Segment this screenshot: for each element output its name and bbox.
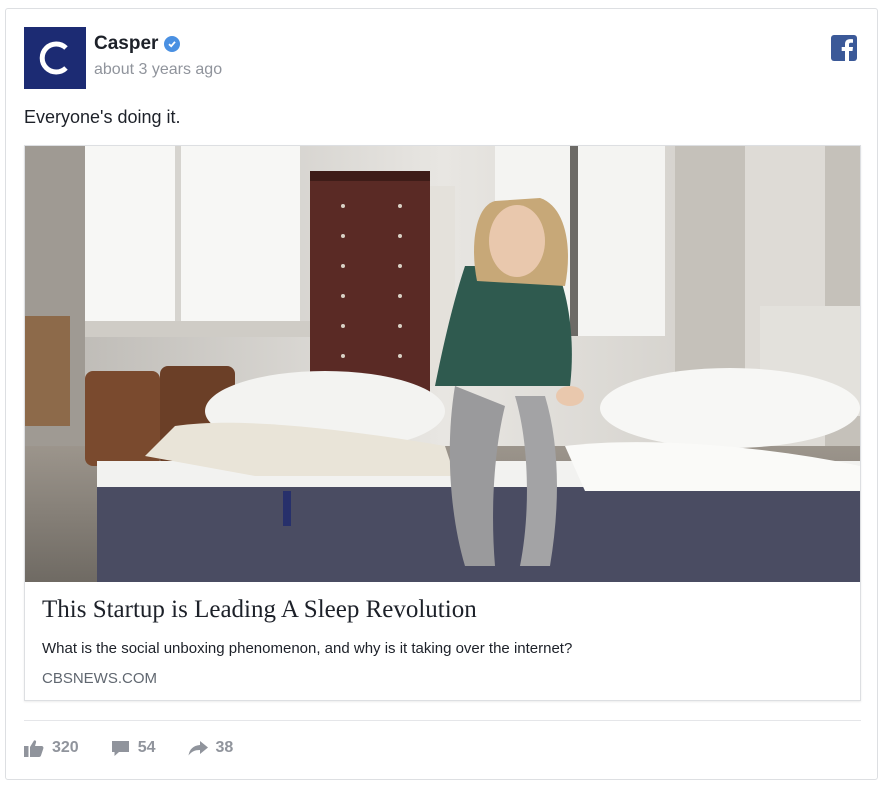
facebook-icon[interactable] [831, 35, 857, 61]
shares-stat[interactable]: 38 [188, 739, 234, 757]
verified-badge-icon [164, 36, 181, 52]
share-arrow-icon [188, 740, 208, 756]
comment-icon [111, 740, 130, 757]
avatar-c-logo [39, 41, 68, 75]
post-card: Casper about 3 years ago Everyone's doin… [5, 8, 878, 780]
comments-count: 54 [137, 739, 156, 756]
author-name-row: Casper [94, 33, 181, 55]
shares-count: 38 [215, 739, 234, 756]
author-name[interactable]: Casper [94, 33, 158, 55]
avatar[interactable] [24, 27, 86, 89]
engagement-stats: 320 54 38 [24, 739, 233, 757]
likes-count: 320 [52, 739, 79, 756]
link-title[interactable]: This Startup is Leading A Sleep Revoluti… [42, 596, 477, 624]
link-description: What is the social unboxing phenomenon, … [42, 640, 573, 657]
link-preview-image[interactable] [25, 146, 860, 582]
post-text: Everyone's doing it. [24, 107, 181, 127]
link-domain: CBSNEWS.COM [42, 670, 158, 687]
link-preview-card[interactable]: This Startup is Leading A Sleep Revoluti… [24, 145, 861, 701]
thumbs-up-icon [24, 739, 44, 757]
likes-stat[interactable]: 320 [24, 739, 79, 757]
post-timestamp[interactable]: about 3 years ago [94, 61, 222, 79]
comments-stat[interactable]: 54 [111, 739, 156, 757]
divider [24, 720, 861, 721]
